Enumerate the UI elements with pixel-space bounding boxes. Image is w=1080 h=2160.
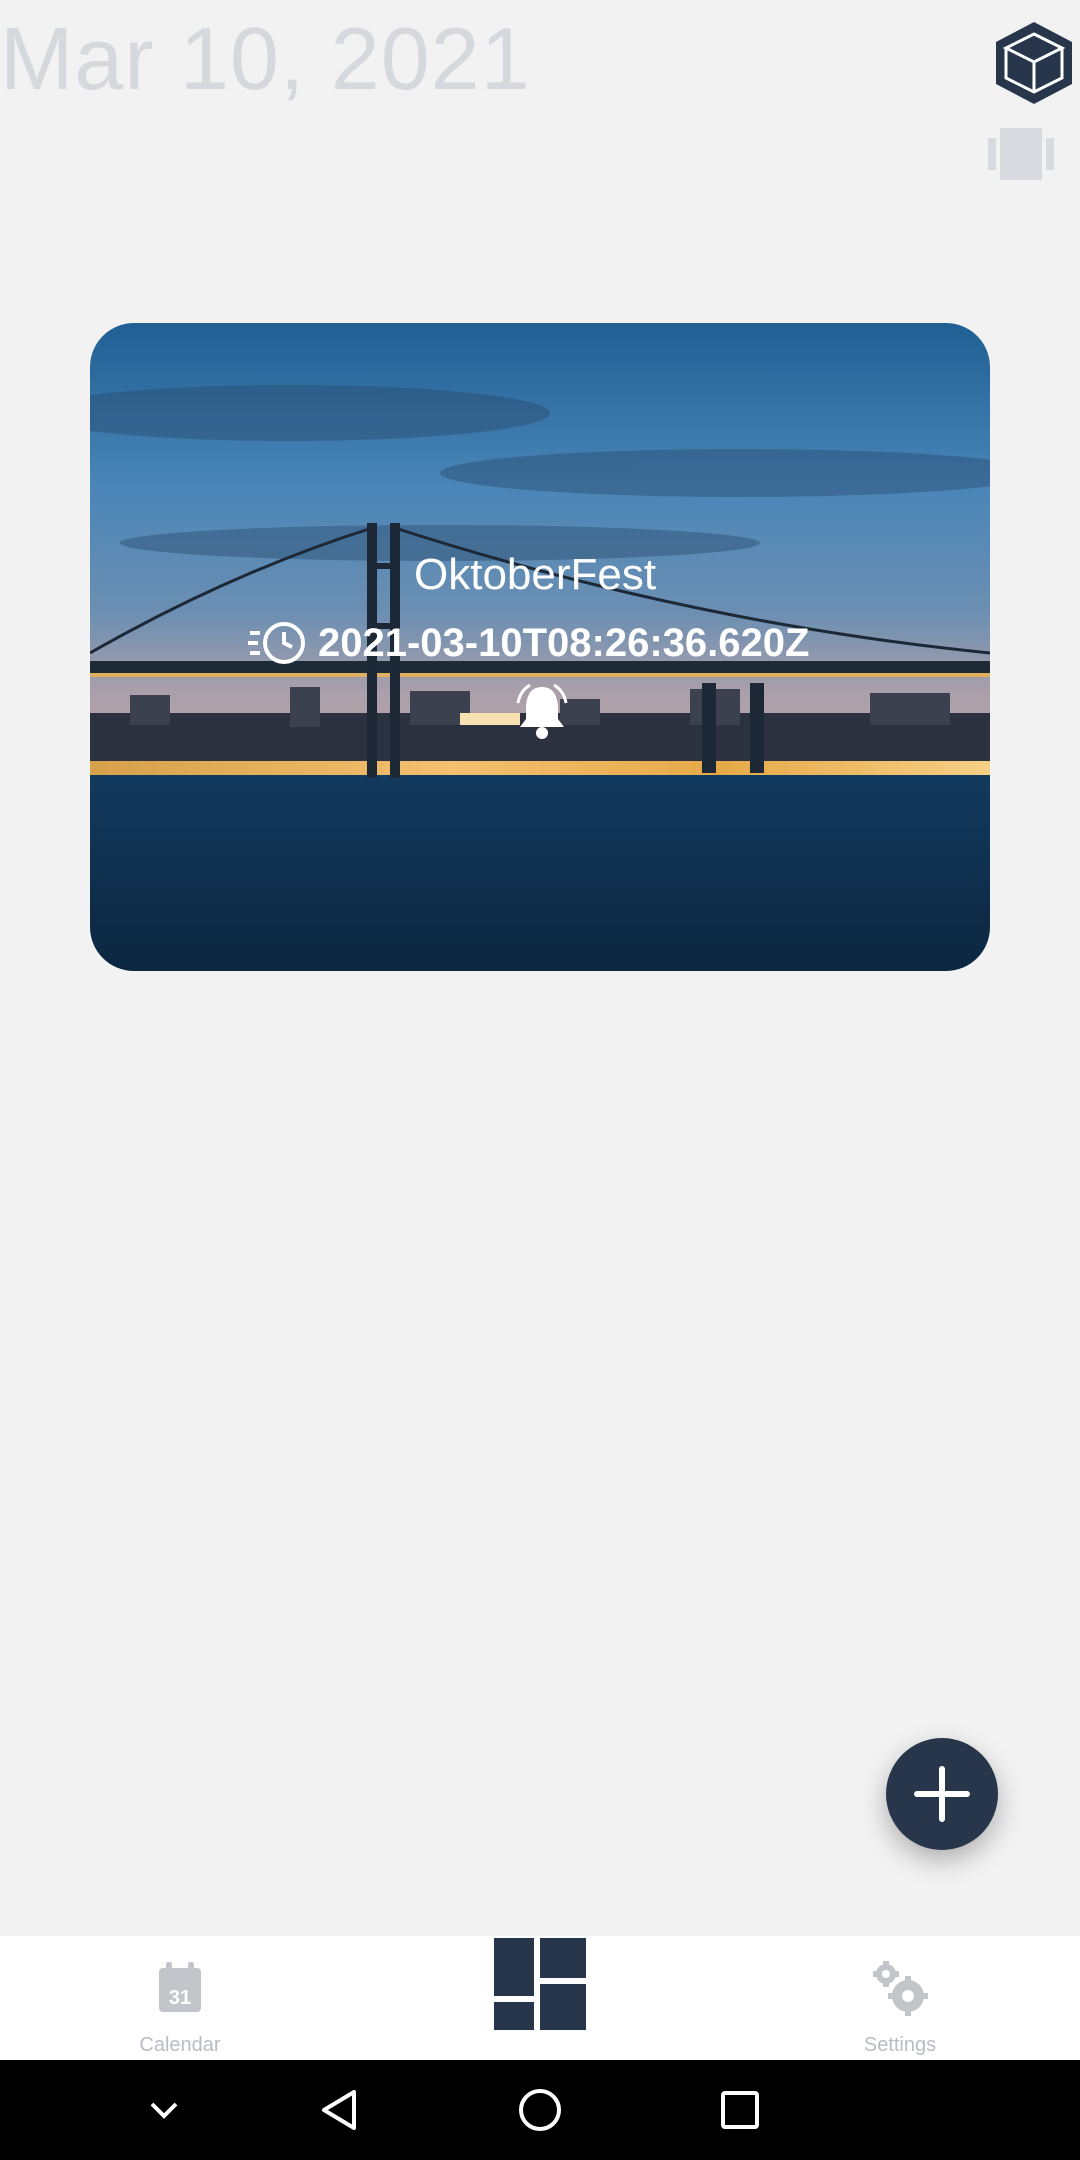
back-icon[interactable]	[310, 2080, 370, 2140]
chevron-down-icon[interactable]	[134, 2080, 194, 2140]
cube-icon	[996, 22, 1072, 104]
nav-item-settings[interactable]: Settings	[840, 1936, 960, 2060]
nav-label-settings: Settings	[863, 2034, 937, 2056]
cube-button[interactable]	[994, 20, 1074, 106]
carousel-view-button[interactable]	[988, 128, 1054, 180]
event-time-row: 2021-03-10T08:26:36.620Z	[248, 617, 809, 669]
event-datetime: 2021-03-10T08:26:36.620Z	[318, 620, 810, 665]
calendar-day: 31	[169, 1987, 191, 2009]
dashboard-icon	[494, 1938, 586, 2030]
calendar-icon: 31	[159, 1962, 201, 2012]
event-card[interactable]: OktoberFest 2021-03-10T08:26:36.620Z	[90, 323, 990, 971]
home-icon[interactable]	[510, 2080, 570, 2140]
settings-gear-icon	[873, 1961, 928, 2016]
recent-clock-icon	[248, 622, 305, 664]
event-title: OktoberFest	[414, 550, 657, 599]
recents-icon[interactable]	[710, 2080, 770, 2140]
page-date-title: Mar 10, 2021	[0, 9, 531, 108]
nav-item-calendar[interactable]: 31 Calendar	[120, 1936, 240, 2060]
plus-icon	[914, 1766, 970, 1822]
system-navigation-bar	[0, 2060, 1080, 2160]
bell-icon[interactable]	[510, 681, 574, 741]
bottom-navigation: 31 Calendar Settings	[0, 1936, 1080, 2060]
add-event-button[interactable]	[886, 1738, 998, 1850]
nav-item-dashboard[interactable]	[492, 1936, 588, 2060]
nav-label-calendar: Calendar	[139, 2034, 221, 2056]
carousel-view-icon	[988, 128, 1054, 180]
